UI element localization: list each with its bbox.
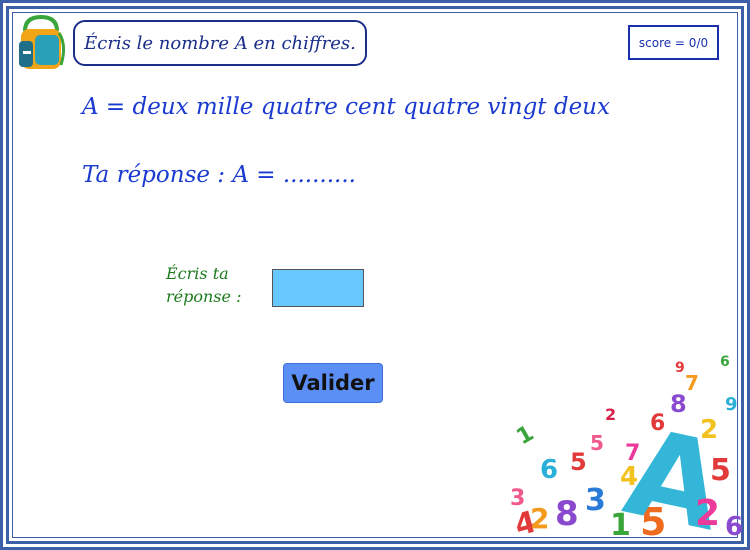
score-text: score = 0/0 [638,35,709,50]
svg-text:2: 2 [700,415,718,445]
svg-text:3: 3 [510,486,525,511]
svg-text:2: 2 [530,502,549,535]
svg-text:1: 1 [513,421,539,450]
svg-text:5: 5 [710,453,731,488]
svg-text:9: 9 [675,360,685,376]
svg-text:6: 6 [540,455,558,485]
svg-text:5: 5 [570,448,587,476]
svg-text:2: 2 [695,493,720,534]
answer-input[interactable] [272,269,364,307]
input-label: Écris ta réponse : [166,262,261,308]
input-label-line2: réponse : [166,287,242,306]
score-box: score = 0/0 [628,25,719,60]
svg-text:2: 2 [605,405,616,424]
svg-text:6: 6 [650,411,665,436]
svg-text:9: 9 [725,394,738,415]
svg-text:5: 5 [590,431,604,455]
input-label-line1: Écris ta [166,264,229,283]
numbers-decoration-image: 4 3 1 6 8 2 5 3 5 2 1 4 7 5 A 6 8 7 2 5 … [510,354,742,540]
answer-line-text: Ta réponse : A = .......... [82,162,356,188]
instruction-box: Écris le nombre A en chiffres. [73,20,367,66]
svg-text:6: 6 [725,512,742,540]
svg-text:3: 3 [585,483,606,518]
svg-text:7: 7 [685,371,699,395]
instruction-text: Écris le nombre A en chiffres. [84,32,356,54]
question-text: A = deux mille quatre cent quatre vingt … [82,94,610,120]
validate-button[interactable]: Valider [283,363,383,403]
svg-text:6: 6 [720,354,730,370]
backpack-icon [19,15,66,69]
svg-text:8: 8 [555,494,579,534]
